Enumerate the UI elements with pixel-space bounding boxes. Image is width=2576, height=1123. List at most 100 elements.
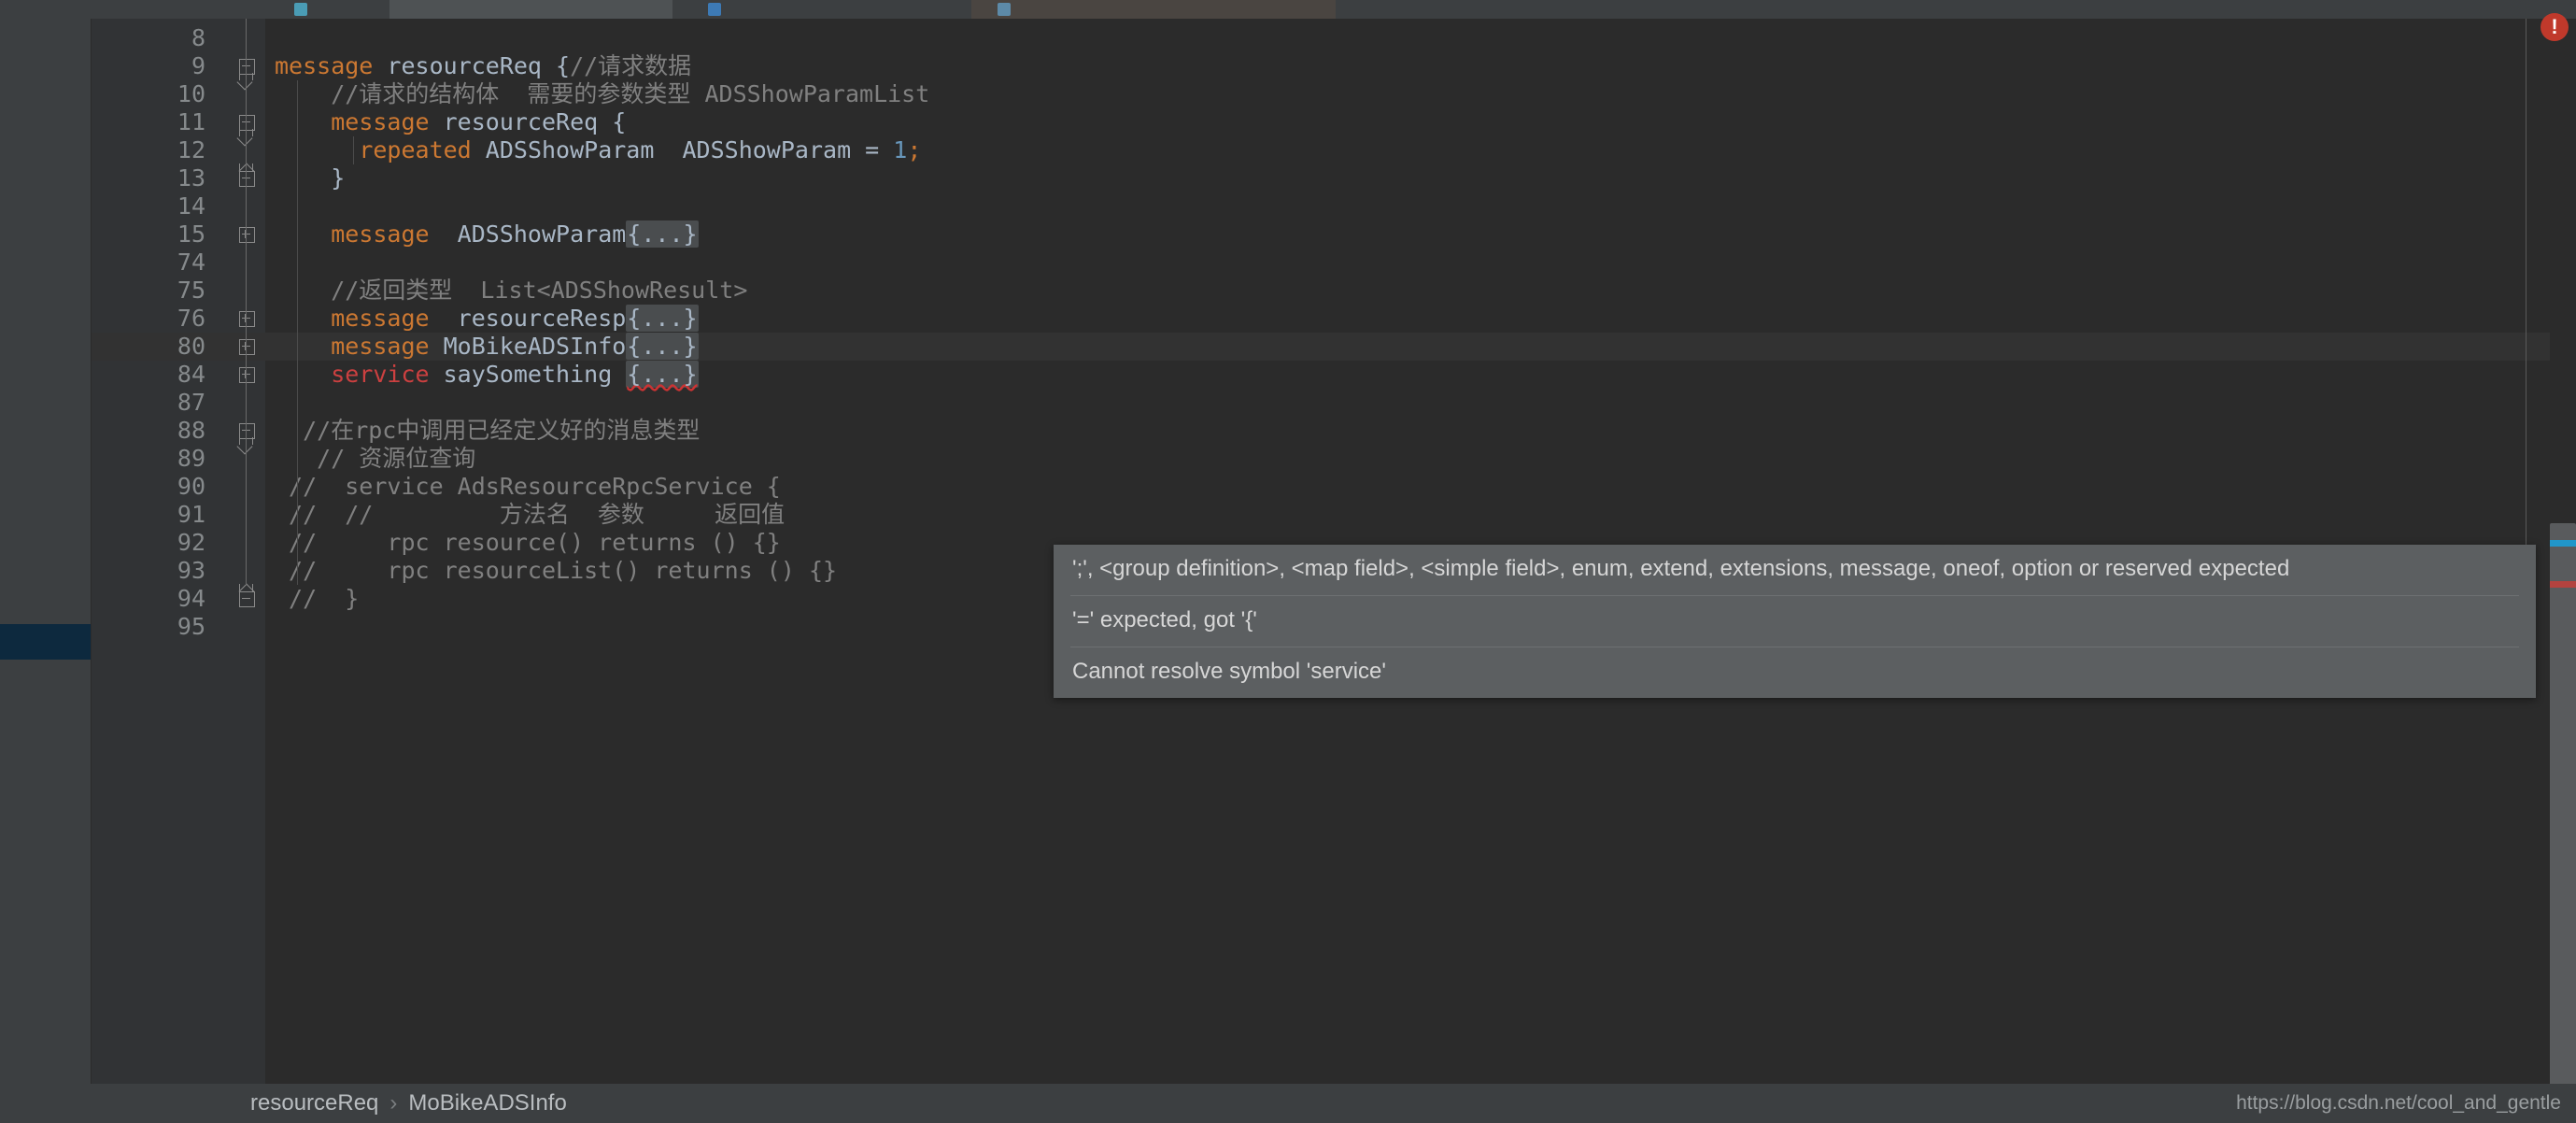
editor-line[interactable]: 9message resourceReq {//请求数据: [92, 52, 2576, 80]
indent-guide: [297, 277, 298, 305]
status-bar: resourceReq›MoBikeADSInfo https://blog.c…: [0, 1084, 2576, 1123]
code-text[interactable]: [275, 24, 2572, 52]
editor-line[interactable]: 88 //在rpc中调用已经定义好的消息类型: [92, 417, 2576, 445]
keyword-token: message: [331, 333, 429, 360]
indent-guide: [297, 501, 298, 529]
editor-line[interactable]: 8: [92, 24, 2576, 52]
code-text[interactable]: // 资源位查询: [275, 445, 2572, 473]
line-number: 92: [92, 529, 205, 557]
line-number: 89: [92, 445, 205, 473]
indent-guide: [297, 192, 298, 220]
fold-expand-icon[interactable]: [239, 227, 255, 243]
code-text[interactable]: [275, 389, 2572, 417]
folded-region: {...}: [626, 333, 698, 360]
indent-guide: [297, 417, 298, 445]
breadcrumb[interactable]: resourceReq›MoBikeADSInfo: [250, 1084, 567, 1123]
fold-expand-icon[interactable]: [239, 367, 255, 383]
line-number: 76: [92, 305, 205, 333]
fold-expand-icon[interactable]: [239, 311, 255, 327]
line-number: 90: [92, 473, 205, 501]
code-text[interactable]: // service AdsResourceRpcService {: [275, 473, 2572, 501]
code-text[interactable]: repeated ADSShowParam ADSShowParam = 1;: [275, 136, 2572, 164]
code-text[interactable]: message resourceReq {: [275, 108, 2572, 136]
editor-line[interactable]: 13 }: [92, 164, 2576, 192]
line-number: 8: [92, 24, 205, 52]
editor-line[interactable]: 15 message ADSShowParam{...}: [92, 220, 2576, 249]
comment-token: //在rpc中调用已经定义好的消息类型: [275, 417, 700, 444]
editor-line[interactable]: 87: [92, 389, 2576, 417]
comment-token: //请求数据: [570, 52, 691, 79]
editor-line[interactable]: 12 repeated ADSShowParam ADSShowParam = …: [92, 136, 2576, 164]
code-token: [275, 220, 331, 248]
code-text[interactable]: [275, 192, 2572, 220]
editor-line[interactable]: 91 // // 方法名 参数 返回值: [92, 501, 2576, 529]
chevron-right-icon: ›: [378, 1090, 408, 1116]
code-token: resourceResp: [430, 305, 627, 332]
editor-line[interactable]: 90 // service AdsResourceRpcService {: [92, 473, 2576, 501]
code-text[interactable]: message resourceReq {//请求数据: [275, 52, 2572, 80]
editor-scrollbar[interactable]: [2550, 19, 2576, 1084]
code-text[interactable]: message ADSShowParam{...}: [275, 220, 2572, 249]
code-text[interactable]: message resourceResp{...}: [275, 305, 2572, 333]
project-tool-window[interactable]: 1.0_221.j: [0, 19, 92, 1084]
indent-guide: [297, 361, 298, 389]
xml-file-icon: [998, 3, 1011, 16]
fold-collapse-icon[interactable]: [239, 591, 255, 607]
editor-line[interactable]: 89 // 资源位查询: [92, 445, 2576, 473]
editor-line[interactable]: 84 service saySomething {...}: [92, 361, 2576, 389]
editor-tab-1[interactable]: [91, 0, 389, 19]
folded-region: {...}: [626, 305, 698, 332]
info-marker[interactable]: [2550, 540, 2576, 547]
editor-tab-3[interactable]: [971, 0, 1336, 19]
code-text[interactable]: [275, 249, 2572, 277]
code-token: [275, 361, 331, 388]
editor-tab-active[interactable]: [389, 0, 672, 19]
editor-line[interactable]: 14: [92, 192, 2576, 220]
editor-line[interactable]: 74: [92, 249, 2576, 277]
fold-collapse-icon[interactable]: [239, 423, 255, 439]
indent-guide: [297, 305, 298, 333]
editor-line[interactable]: 75 //返回类型 List<ADSShowResult>: [92, 277, 2576, 305]
line-number: 10: [92, 80, 205, 108]
fold-collapse-icon[interactable]: [239, 59, 255, 75]
editor-line[interactable]: 76 message resourceResp{...}: [92, 305, 2576, 333]
editor-line[interactable]: 11 message resourceReq {: [92, 108, 2576, 136]
editor-tab-2[interactable]: [672, 0, 971, 19]
code-text[interactable]: message MoBikeADSInfo{...}: [275, 333, 2572, 361]
line-number: 80: [92, 333, 205, 361]
line-number: 11: [92, 108, 205, 136]
editor-line[interactable]: 80 message MoBikeADSInfo{...}: [92, 333, 2576, 361]
fold-expand-icon[interactable]: [239, 339, 255, 355]
comment-token: // // 方法名 参数 返回值: [275, 501, 785, 528]
code-token: [275, 136, 359, 163]
fold-collapse-icon[interactable]: [239, 171, 255, 187]
project-selected-node[interactable]: [0, 624, 91, 660]
code-text[interactable]: service saySomething {...}: [275, 361, 2572, 389]
error-marker[interactable]: [2550, 581, 2576, 588]
error-tooltip: ';', <group definition>, <map field>, <s…: [1054, 545, 2536, 698]
editor-tab-strip: [0, 0, 2576, 19]
breadcrumb-item-0[interactable]: resourceReq: [250, 1090, 378, 1116]
fold-collapse-icon[interactable]: [239, 115, 255, 131]
line-number: 84: [92, 361, 205, 389]
code-text[interactable]: //在rpc中调用已经定义好的消息类型: [275, 417, 2572, 445]
breadcrumb-item-1[interactable]: MoBikeADSInfo: [408, 1090, 566, 1116]
code-text[interactable]: }: [275, 164, 2572, 192]
scrollbar-thumb[interactable]: [2550, 523, 2576, 1121]
comment-token: //请求的结构体 需要的参数类型 ADSShowParamList: [275, 80, 929, 107]
line-number: 91: [92, 501, 205, 529]
code-token: resourceReq {: [373, 52, 570, 79]
keyword-token: message: [275, 52, 373, 79]
code-text[interactable]: // // 方法名 参数 返回值: [275, 501, 2572, 529]
indent-guide: [297, 164, 298, 192]
error-badge[interactable]: !: [2541, 13, 2569, 41]
code-text[interactable]: //返回类型 List<ADSShowResult>: [275, 277, 2572, 305]
indent-guide: [297, 473, 298, 501]
line-number: 87: [92, 389, 205, 417]
comment-token: // service AdsResourceRpcService {: [275, 473, 781, 500]
code-text[interactable]: //请求的结构体 需要的参数类型 ADSShowParamList: [275, 80, 2572, 108]
fold-region-line: [246, 19, 247, 585]
line-number: 88: [92, 417, 205, 445]
editor-line[interactable]: 10 //请求的结构体 需要的参数类型 ADSShowParamList: [92, 80, 2576, 108]
ide-window: 1.0_221.j 89message resourceReq {//请求数据1…: [0, 0, 2576, 1123]
